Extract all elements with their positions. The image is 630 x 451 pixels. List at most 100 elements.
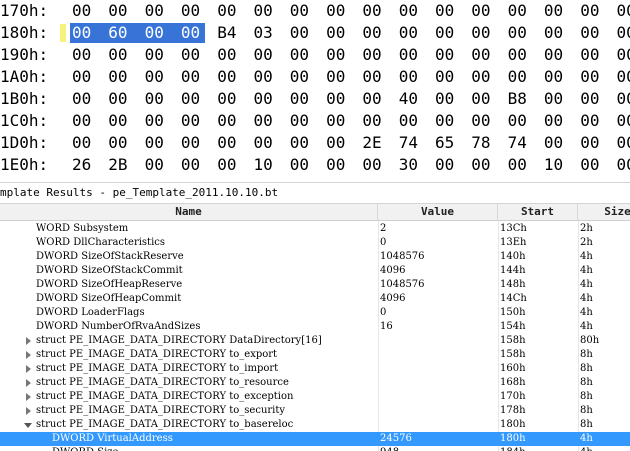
cell-value[interactable]: 1048576 [380,250,496,264]
hex-byte[interactable]: 00 [181,154,209,176]
hex-byte[interactable]: 00 [290,88,318,110]
cell-value[interactable] [380,376,496,390]
hex-byte[interactable]: 00 [72,0,100,22]
hex-byte[interactable]: 00 [326,110,354,132]
hex-byte[interactable]: 00 [254,44,282,66]
hex-byte[interactable]: 00 [145,88,173,110]
hex-byte[interactable]: 00 [181,0,209,22]
table-row[interactable]: DWORD NumberOfRvaAndSizes 16 154h 4h [0,320,630,334]
hex-byte[interactable]: 00 [580,132,608,154]
column-header-start[interactable]: Start [498,204,578,220]
hex-byte[interactable]: 00 [580,0,608,22]
hex-byte[interactable]: 00 [399,66,427,88]
hex-byte[interactable]: 74 [508,132,536,154]
hex-byte[interactable]: 00 [544,44,572,66]
hex-byte[interactable]: 00 [471,154,499,176]
table-row[interactable]: struct PE_IMAGE_DATA_DIRECTORY to_resour… [0,376,630,390]
hex-byte[interactable]: 00 [290,22,318,44]
cell-value[interactable] [380,418,496,432]
hex-byte[interactable]: 00 [326,154,354,176]
hex-byte[interactable]: 00 [181,110,209,132]
collapse-arrow-icon[interactable] [24,423,32,428]
hex-byte[interactable]: 00 [435,88,463,110]
hex-byte[interactable]: 00 [544,110,572,132]
cell-value[interactable] [380,348,496,362]
hex-byte[interactable]: 00 [108,110,136,132]
hex-byte[interactable]: 00 [435,0,463,22]
hex-byte[interactable]: 00 [145,132,173,154]
table-row[interactable]: WORD DllCharacteristics 0 13Eh 2h [0,236,630,250]
cell-value[interactable]: 948 [380,446,496,451]
hex-byte[interactable]: B8 [508,88,536,110]
column-header-size[interactable]: Size [578,204,630,220]
hex-byte[interactable]: 00 [290,132,318,154]
hex-byte[interactable]: 00 [580,44,608,66]
hex-byte[interactable]: 00 [145,22,173,44]
table-row[interactable]: DWORD VirtualAddress 24576 180h 4h [0,432,630,446]
hex-byte[interactable]: 00 [471,110,499,132]
hex-byte[interactable]: 00 [108,0,136,22]
hex-byte[interactable]: 00 [617,154,630,176]
table-row[interactable]: DWORD LoaderFlags 0 150h 4h [0,306,630,320]
hex-byte[interactable]: B4 [217,22,245,44]
cell-value[interactable]: 24576 [380,432,496,446]
cell-value[interactable] [380,390,496,404]
hex-byte[interactable]: 00 [544,88,572,110]
hex-byte[interactable]: 00 [580,88,608,110]
expand-arrow-icon[interactable] [26,351,31,359]
hex-byte[interactable]: 00 [290,0,318,22]
hex-byte[interactable]: 00 [580,22,608,44]
hex-byte[interactable]: 00 [108,132,136,154]
table-row[interactable]: struct PE_IMAGE_DATA_DIRECTORY to_except… [0,390,630,404]
hex-byte[interactable]: 00 [254,110,282,132]
hex-byte[interactable]: 00 [544,0,572,22]
table-row[interactable]: DWORD SizeOfStackReserve 1048576 140h 4h [0,250,630,264]
expand-arrow-icon[interactable] [26,379,31,387]
cell-value[interactable]: 0 [380,236,496,250]
hex-byte[interactable]: 00 [508,44,536,66]
hex-byte[interactable]: 00 [217,66,245,88]
hex-byte[interactable]: 00 [290,44,318,66]
table-row[interactable]: struct PE_IMAGE_DATA_DIRECTORY to_basere… [0,418,630,432]
hex-byte[interactable]: 00 [544,22,572,44]
hex-byte[interactable]: 00 [72,88,100,110]
hex-byte[interactable]: 00 [399,22,427,44]
table-row[interactable]: struct PE_IMAGE_DATA_DIRECTORY to_export… [0,348,630,362]
hex-byte[interactable]: 00 [290,66,318,88]
cell-value[interactable]: 4096 [380,292,496,306]
hex-byte[interactable]: 00 [108,66,136,88]
column-header-name[interactable]: Name [0,204,378,220]
hex-byte[interactable]: 00 [471,0,499,22]
template-results-table[interactable]: Name Value Start Size WORD Subsystem 2 13C… [0,204,630,451]
hex-byte[interactable]: 30 [399,154,427,176]
hex-byte[interactable]: 00 [580,110,608,132]
hex-byte[interactable]: 00 [508,154,536,176]
table-row[interactable]: DWORD SizeOfStackCommit 4096 144h 4h [0,264,630,278]
hex-byte[interactable]: 00 [254,0,282,22]
hex-byte[interactable]: 00 [145,44,173,66]
hex-byte[interactable]: 00 [617,22,630,44]
cell-value[interactable] [380,362,496,376]
hex-byte[interactable]: 00 [326,44,354,66]
expand-arrow-icon[interactable] [26,393,31,401]
hex-byte[interactable]: 00 [254,66,282,88]
hex-byte[interactable]: 00 [435,22,463,44]
cell-value[interactable] [380,334,496,348]
hex-byte[interactable]: 00 [617,44,630,66]
hex-byte[interactable]: 00 [362,110,390,132]
cell-value[interactable] [380,404,496,418]
hex-byte[interactable]: 74 [399,132,427,154]
hex-byte[interactable]: 00 [181,22,209,44]
hex-byte[interactable]: 00 [544,66,572,88]
hex-byte[interactable]: 00 [362,66,390,88]
hex-byte[interactable]: 00 [617,110,630,132]
table-row[interactable]: struct PE_IMAGE_DATA_DIRECTORY DataDirec… [0,334,630,348]
hex-byte[interactable]: 00 [254,132,282,154]
hex-byte[interactable]: 00 [72,66,100,88]
hex-byte[interactable]: 00 [145,110,173,132]
hex-byte[interactable]: 00 [326,22,354,44]
table-row[interactable]: DWORD Size 948 184h 4h [0,446,630,451]
hex-byte[interactable]: 00 [399,44,427,66]
hex-byte[interactable]: 00 [362,44,390,66]
hex-byte[interactable]: 40 [399,88,427,110]
